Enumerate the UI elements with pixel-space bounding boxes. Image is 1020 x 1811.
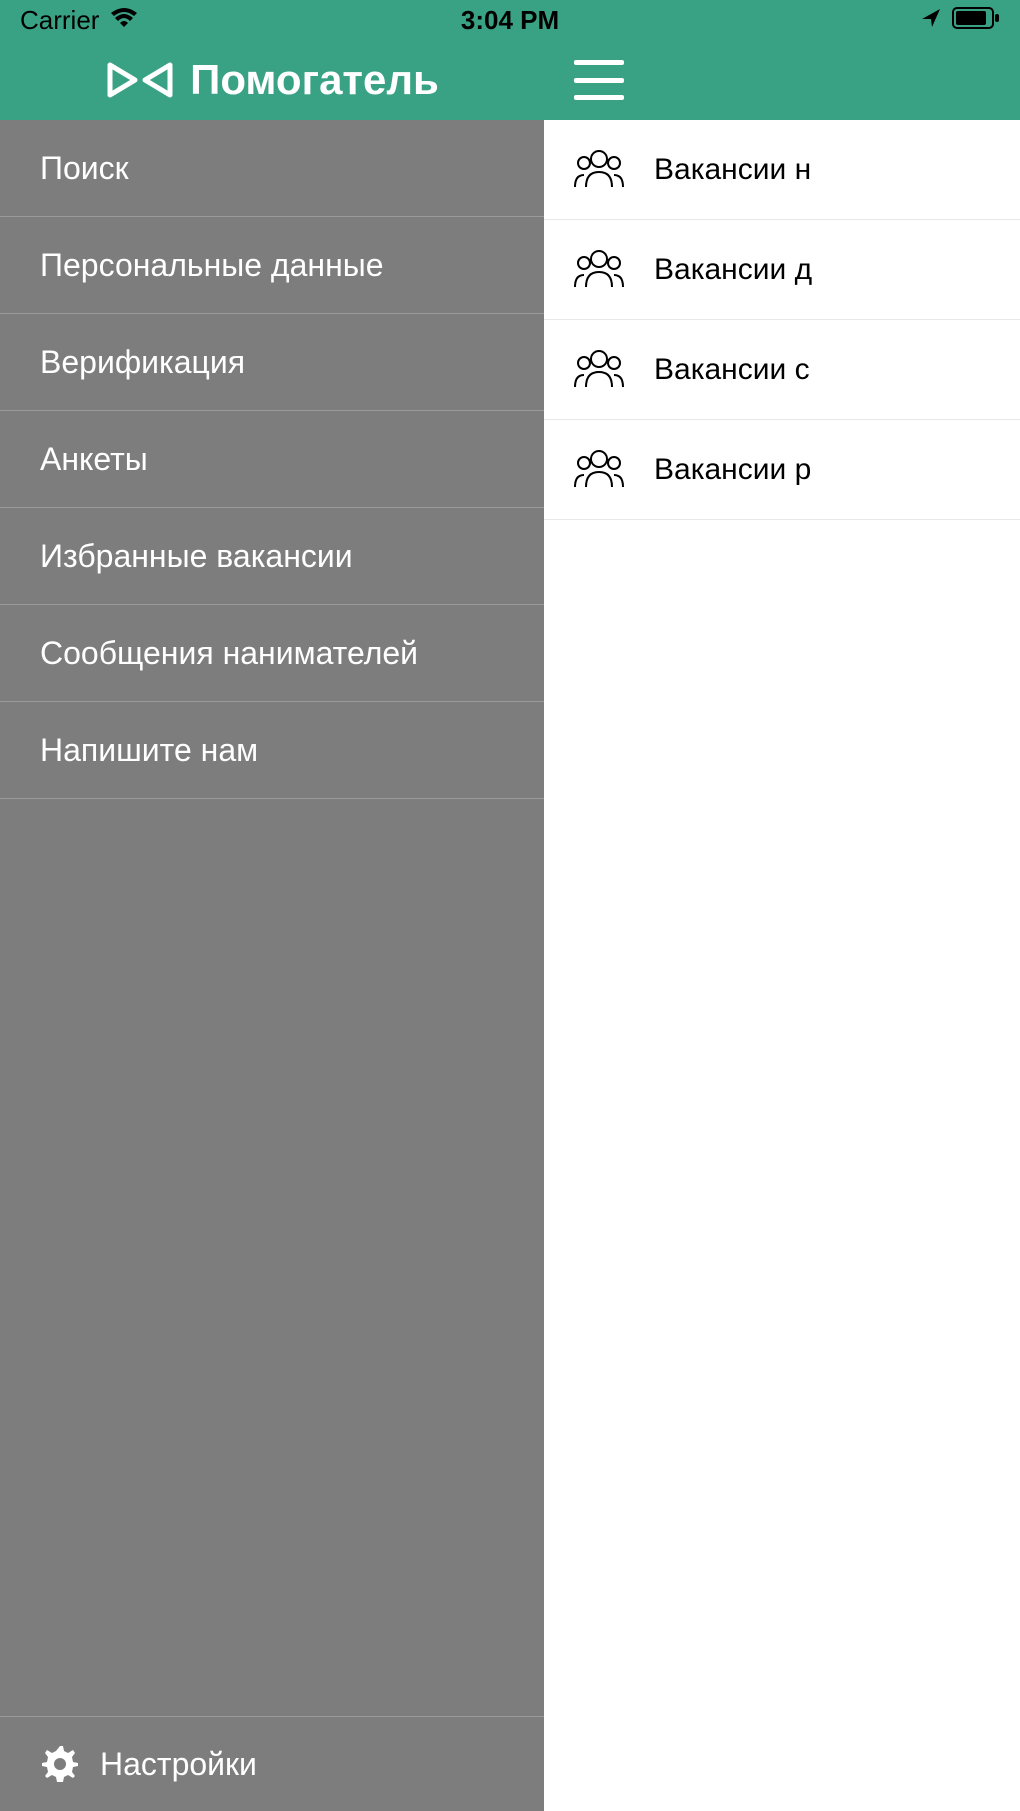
sidebar-item-label: Сообщения нанимателей xyxy=(40,635,418,672)
list-item[interactable]: Вакансии д xyxy=(544,220,1020,320)
status-time: 3:04 PM xyxy=(461,5,559,36)
group-icon xyxy=(574,447,624,492)
sidebar-header: Помогатель xyxy=(0,40,544,120)
status-bar: Carrier 3:04 PM xyxy=(0,0,1020,40)
logo-icon xyxy=(105,60,175,100)
status-right xyxy=(920,5,1000,36)
sidebar-item-label: Напишите нам xyxy=(40,732,258,769)
group-icon xyxy=(574,347,624,392)
menu-button[interactable] xyxy=(574,60,624,100)
sidebar-item-label: Верификация xyxy=(40,344,245,381)
settings-label: Настройки xyxy=(100,1746,257,1783)
sidebar-item-label: Избранные вакансии xyxy=(40,538,353,575)
sidebar-item-search[interactable]: Поиск xyxy=(0,120,544,217)
sidebar-item-label: Анкеты xyxy=(40,441,148,478)
status-left: Carrier xyxy=(20,5,139,36)
list-item-label: Вакансии р xyxy=(654,453,811,487)
vacancy-list: Вакансии н Вакансии д Вакансии с Ваканси… xyxy=(544,120,1020,520)
sidebar-item-profiles[interactable]: Анкеты xyxy=(0,411,544,508)
list-item[interactable]: Вакансии р xyxy=(544,420,1020,520)
sidebar-item-favorite-vacancies[interactable]: Избранные вакансии xyxy=(0,508,544,605)
main-content: Вакансии н Вакансии д Вакансии с Ваканси… xyxy=(544,40,1020,1811)
sidebar-drawer: Помогатель Поиск Персональные данные Вер… xyxy=(0,40,544,1811)
list-item-label: Вакансии д xyxy=(654,253,812,287)
sidebar-item-settings[interactable]: Настройки xyxy=(0,1716,544,1811)
sidebar-menu: Поиск Персональные данные Верификация Ан… xyxy=(0,120,544,1716)
list-item-label: Вакансии с xyxy=(654,353,810,387)
battery-icon xyxy=(952,5,1000,36)
sidebar-item-employer-messages[interactable]: Сообщения нанимателей xyxy=(0,605,544,702)
sidebar-item-personal-data[interactable]: Персональные данные xyxy=(0,217,544,314)
group-icon xyxy=(574,147,624,192)
carrier-label: Carrier xyxy=(20,5,99,36)
location-icon xyxy=(920,5,942,36)
list-item[interactable]: Вакансии с xyxy=(544,320,1020,420)
sidebar-item-label: Персональные данные xyxy=(40,247,384,284)
sidebar-item-contact-us[interactable]: Напишите нам xyxy=(0,702,544,799)
list-item-label: Вакансии н xyxy=(654,153,811,187)
list-item[interactable]: Вакансии н xyxy=(544,120,1020,220)
content-header xyxy=(544,40,1020,120)
sidebar-item-verification[interactable]: Верификация xyxy=(0,314,544,411)
wifi-icon xyxy=(109,5,139,36)
gear-icon xyxy=(40,1744,80,1784)
app-title: Помогатель xyxy=(190,56,439,104)
sidebar-item-label: Поиск xyxy=(40,150,129,187)
group-icon xyxy=(574,247,624,292)
